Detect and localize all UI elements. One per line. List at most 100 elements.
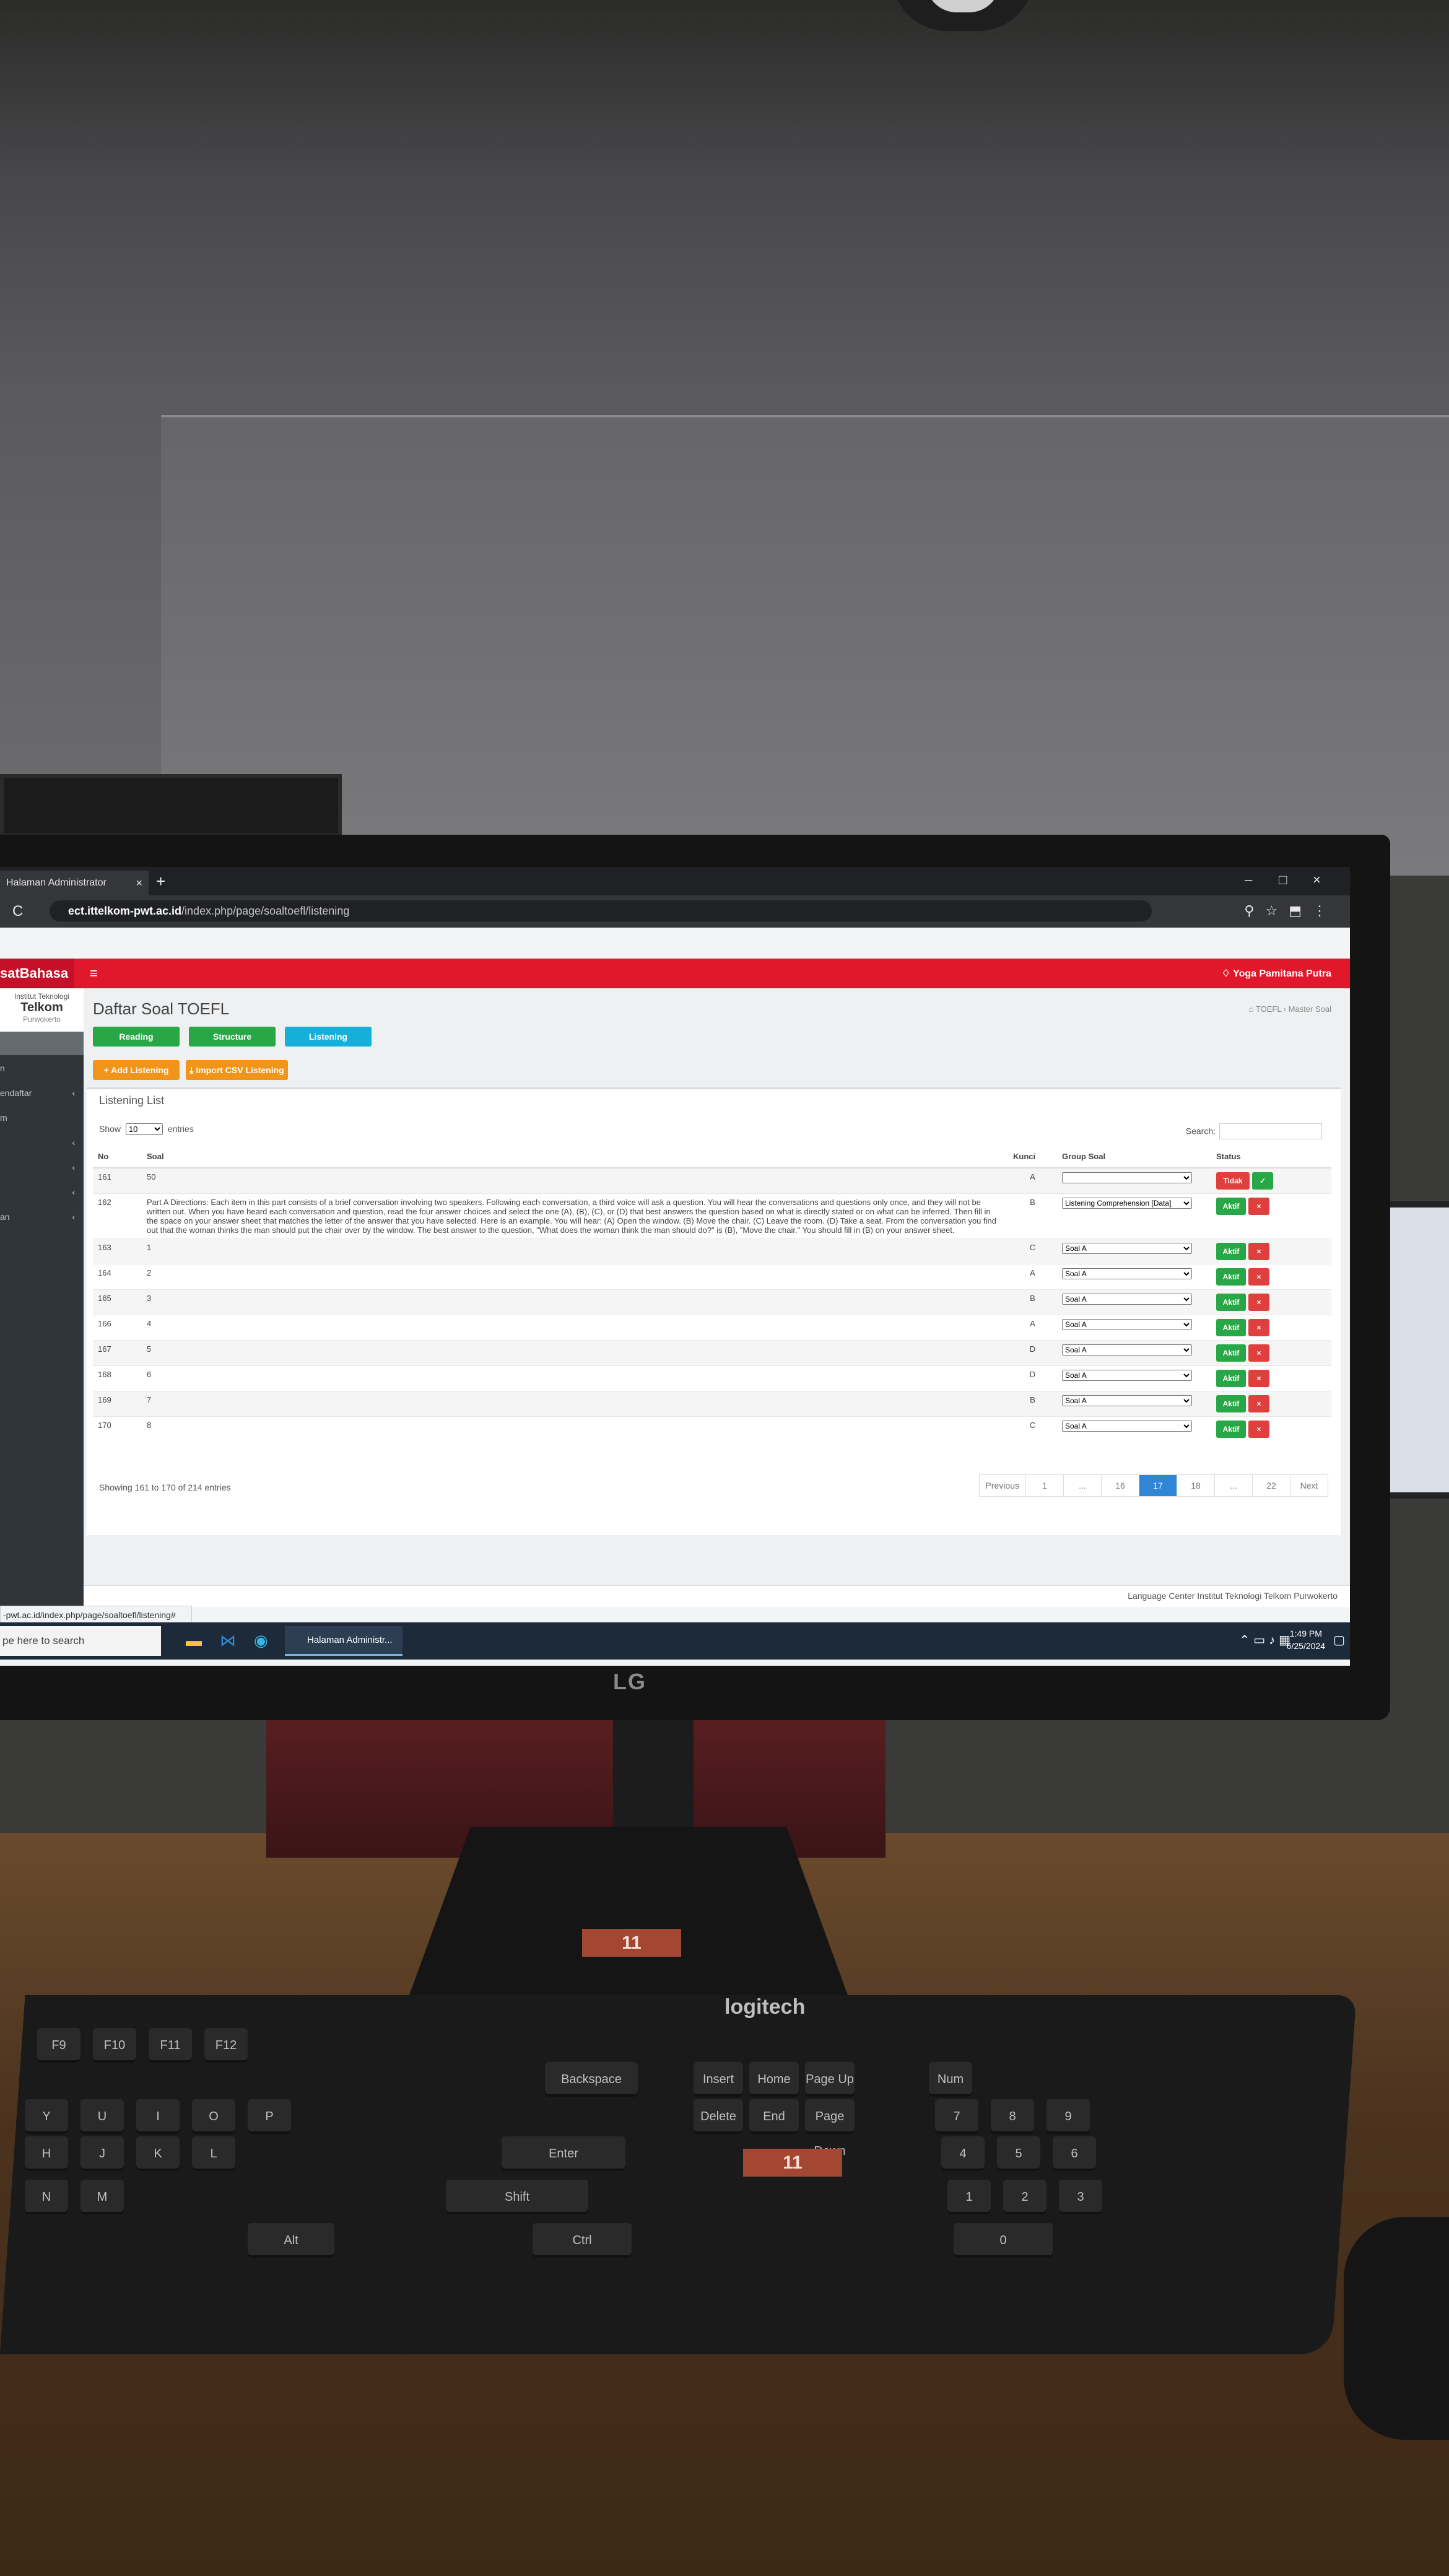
- import-csv-button[interactable]: ⤓ Import CSV Listening: [186, 1060, 288, 1080]
- close-tab-icon[interactable]: ×: [136, 871, 142, 895]
- delete-icon[interactable]: ×: [1248, 1344, 1269, 1362]
- minimize-icon[interactable]: –: [1245, 872, 1252, 888]
- delete-icon[interactable]: ×: [1248, 1421, 1269, 1438]
- status-inactive-button[interactable]: Tidak: [1216, 1172, 1250, 1190]
- entries-select[interactable]: 10: [125, 1123, 163, 1135]
- status-active-button[interactable]: Aktif: [1216, 1243, 1246, 1260]
- file-explorer-icon[interactable]: ▬: [186, 1631, 202, 1650]
- group-select[interactable]: Soal A: [1062, 1268, 1192, 1279]
- keyboard-sticker: 11: [743, 2149, 842, 2177]
- group-select[interactable]: Soal A: [1062, 1294, 1192, 1305]
- group-select[interactable]: Listening Comprehension [Data]: [1062, 1198, 1192, 1209]
- delete-icon[interactable]: ×: [1248, 1294, 1269, 1311]
- keyboard-key: 9: [1046, 2099, 1090, 2134]
- group-select[interactable]: [1062, 1172, 1192, 1183]
- sidebar-item-pendaftar[interactable]: endaftar ‹: [0, 1081, 84, 1105]
- taskbar-clock[interactable]: 1:49 PM 6/25/2024: [1287, 1627, 1325, 1652]
- keyboard-key: P: [248, 2099, 291, 2134]
- taskbar-search[interactable]: pe here to search: [0, 1626, 161, 1656]
- reload-icon[interactable]: C: [12, 903, 23, 920]
- group-select[interactable]: Soal A: [1062, 1319, 1192, 1330]
- status-active-button[interactable]: Aktif: [1216, 1268, 1246, 1286]
- taskbar-chrome-app[interactable]: Halaman Administr...: [285, 1626, 402, 1656]
- sidebar-item-dashboard[interactable]: [0, 1032, 84, 1055]
- tab-reading[interactable]: Reading: [93, 1027, 180, 1046]
- keyboard-key: Page Up: [805, 2062, 855, 2097]
- page-16[interactable]: 16: [1101, 1475, 1139, 1496]
- system-tray-icons[interactable]: ⌃▭♪▦: [1239, 1632, 1294, 1648]
- menu-toggle-icon[interactable]: ≡: [90, 965, 98, 981]
- status-active-button[interactable]: Aktif: [1216, 1395, 1246, 1412]
- user-menu[interactable]: ♢ Yoga Pamitana Putra: [1222, 967, 1331, 980]
- page-previous[interactable]: Previous: [979, 1475, 1025, 1496]
- new-tab-icon[interactable]: +: [156, 872, 165, 891]
- maximize-icon[interactable]: □: [1279, 872, 1287, 888]
- address-bar[interactable]: ect.ittelkom-pwt.ac.id/index.php/page/so…: [50, 900, 1152, 921]
- edge-icon[interactable]: ◉: [254, 1631, 268, 1650]
- main-content: Daftar Soal TOEFL ⌂ TOEFL › Master Soal …: [84, 988, 1350, 1604]
- vscode-icon[interactable]: ⋈: [220, 1631, 236, 1650]
- keyboard-key: Insert: [694, 2062, 743, 2097]
- group-select[interactable]: Soal A: [1062, 1370, 1192, 1381]
- column-header-soal[interactable]: Soal: [142, 1145, 1008, 1168]
- sidebar-item-7[interactable]: ‹: [0, 1180, 84, 1204]
- page-ellipsis: ...: [1214, 1475, 1252, 1496]
- keyboard-key: 5: [997, 2136, 1040, 2171]
- keyboard-key: Enter: [502, 2136, 625, 2171]
- delete-icon[interactable]: ×: [1248, 1319, 1269, 1336]
- browser-toolbar-icons[interactable]: ⚲☆⬒⋮: [1244, 903, 1338, 919]
- page-1[interactable]: 1: [1025, 1475, 1063, 1496]
- group-select[interactable]: Soal A: [1062, 1243, 1192, 1254]
- column-header-group[interactable]: Group Soal: [1057, 1145, 1211, 1168]
- page-22[interactable]: 22: [1252, 1475, 1290, 1496]
- group-select[interactable]: Soal A: [1062, 1395, 1192, 1406]
- search-label: Search:: [1185, 1126, 1216, 1136]
- page-17[interactable]: 17: [1139, 1475, 1177, 1496]
- group-select[interactable]: Soal A: [1062, 1344, 1192, 1355]
- cell-soal: 7: [142, 1391, 1008, 1417]
- tab-structure[interactable]: Structure: [189, 1027, 276, 1046]
- column-header-status[interactable]: Status: [1211, 1145, 1331, 1168]
- delete-icon[interactable]: ×: [1248, 1268, 1269, 1286]
- keyboard-key: Num Lock: [929, 2062, 972, 2121]
- delete-icon[interactable]: ×: [1248, 1370, 1269, 1387]
- sidebar-item-label: m: [0, 1113, 7, 1123]
- keyboard-key: N: [25, 2180, 68, 2214]
- delete-icon[interactable]: ×: [1248, 1198, 1269, 1215]
- activate-icon[interactable]: ✓: [1252, 1172, 1273, 1190]
- add-listening-button[interactable]: + Add Listening: [93, 1060, 180, 1080]
- cell-group: Soal A: [1057, 1365, 1211, 1391]
- status-active-button[interactable]: Aktif: [1216, 1294, 1246, 1311]
- sidebar-item-8[interactable]: an ‹: [0, 1205, 84, 1229]
- search-input[interactable]: [1219, 1123, 1322, 1139]
- tab-listening[interactable]: Listening: [285, 1027, 372, 1046]
- status-active-button[interactable]: Aktif: [1216, 1344, 1246, 1362]
- close-window-icon[interactable]: ×: [1313, 872, 1321, 888]
- status-active-button[interactable]: Aktif: [1216, 1370, 1246, 1387]
- breadcrumb[interactable]: ⌂ TOEFL › Master Soal: [1249, 1004, 1331, 1014]
- page-next[interactable]: Next: [1290, 1475, 1328, 1496]
- notification-icon[interactable]: ▢: [1333, 1632, 1345, 1648]
- background-monitor: [0, 774, 342, 837]
- keyboard-key: Home: [749, 2062, 799, 2097]
- sidebar-item-6[interactable]: ‹: [0, 1155, 84, 1179]
- group-select[interactable]: Soal A: [1062, 1421, 1192, 1432]
- page-18[interactable]: 18: [1177, 1475, 1214, 1496]
- delete-icon[interactable]: ×: [1248, 1243, 1269, 1260]
- browser-tab[interactable]: Halaman Administrator ×: [0, 871, 149, 895]
- clock-date: 6/25/2024: [1286, 1641, 1325, 1651]
- column-header-no[interactable]: No: [93, 1145, 142, 1168]
- status-active-button[interactable]: Aktif: [1216, 1319, 1246, 1336]
- page-ellipsis: ...: [1063, 1475, 1101, 1496]
- status-active-button[interactable]: Aktif: [1216, 1198, 1246, 1215]
- tab-title: Halaman Administrator: [6, 877, 107, 888]
- keyboard-key: Shift: [446, 2180, 588, 2214]
- sidebar-item-4[interactable]: m: [0, 1106, 84, 1129]
- sidebar-item-2[interactable]: n: [0, 1056, 84, 1080]
- column-header-kunci[interactable]: Kunci: [1008, 1145, 1057, 1168]
- status-active-button[interactable]: Aktif: [1216, 1421, 1246, 1438]
- cell-soal: Part A Directions: Each item in this par…: [142, 1193, 1008, 1239]
- delete-icon[interactable]: ×: [1248, 1395, 1269, 1412]
- app-brand[interactable]: satBahasa: [0, 959, 74, 988]
- sidebar-item-5[interactable]: ‹: [0, 1131, 84, 1154]
